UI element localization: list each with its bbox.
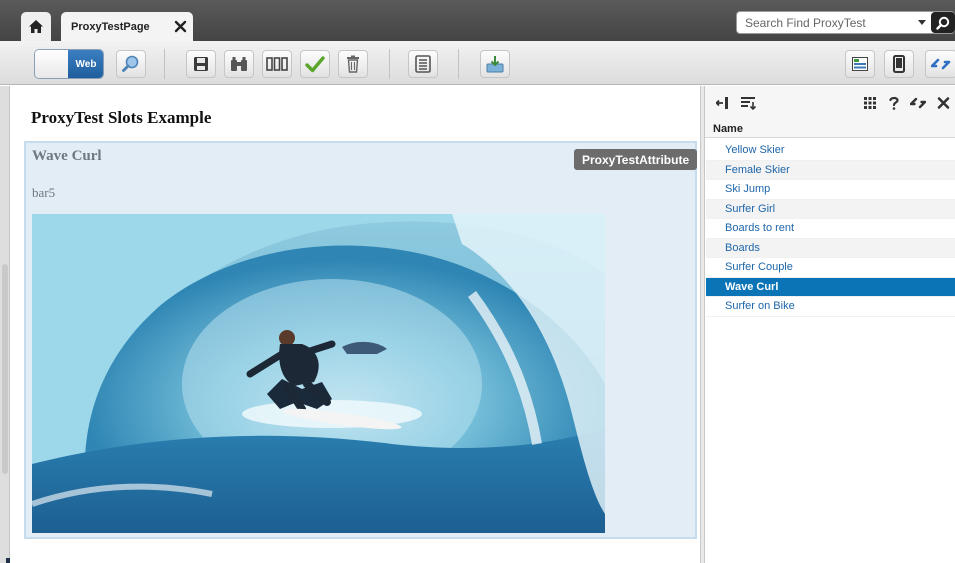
page-content: ProxyTest Slots Example Wave Curl ProxyT…	[11, 86, 700, 563]
mode-web-label[interactable]: Web	[68, 50, 103, 78]
slot-list: Yellow Skier Female Skier Ski Jump Surfe…	[706, 141, 955, 317]
mode-toggle-off[interactable]	[35, 50, 68, 78]
checkmark-icon	[305, 56, 325, 73]
delete-button[interactable]	[338, 50, 368, 78]
save-icon	[194, 57, 208, 71]
page-title: ProxyTest Slots Example	[31, 108, 212, 127]
panel-layout-icon	[852, 57, 868, 71]
list-item[interactable]: Surfer on Bike	[706, 297, 955, 317]
column-header-label: Name	[713, 123, 743, 135]
list-item[interactable]: Surfer Couple	[706, 258, 955, 278]
mobile-icon	[893, 55, 905, 73]
layout-icon	[266, 57, 288, 71]
search-button[interactable]	[931, 12, 955, 33]
mode-toggle[interactable]: Web	[34, 49, 104, 79]
close-icon[interactable]	[174, 20, 187, 33]
list-item[interactable]: Surfer Girl	[706, 199, 955, 219]
list-item[interactable]: Boards to rent	[706, 219, 955, 239]
splitter-handle[interactable]	[2, 264, 8, 474]
preview-button[interactable]	[116, 50, 146, 78]
collapse-icon[interactable]	[716, 96, 730, 110]
form-button[interactable]	[408, 50, 438, 78]
panel-toolbar	[705, 86, 955, 120]
preview-icon	[122, 55, 139, 72]
column-header[interactable]: Name	[705, 120, 955, 138]
content-slot[interactable]: Wave Curl ProxyTestAttribute bar5	[24, 141, 698, 539]
save-button[interactable]	[186, 50, 216, 78]
find-button[interactable]	[224, 50, 254, 78]
home-icon	[29, 20, 43, 33]
search-box	[736, 11, 955, 34]
attribute-badge[interactable]: ProxyTestAttribute	[574, 149, 698, 170]
home-tab[interactable]	[21, 12, 51, 41]
layout-button[interactable]	[262, 50, 292, 78]
help-icon[interactable]	[889, 96, 899, 110]
approve-button[interactable]	[300, 50, 330, 78]
close-icon[interactable]	[937, 96, 950, 110]
search-input[interactable]	[745, 14, 915, 31]
tab-proxytestpage[interactable]: ProxyTestPage	[61, 12, 193, 41]
edge-marker	[6, 558, 10, 563]
mobile-preview-button[interactable]	[884, 50, 914, 78]
search-icon	[936, 16, 950, 30]
grid-icon[interactable]	[863, 96, 877, 110]
toolbar-divider	[164, 49, 165, 79]
binoculars-icon	[231, 57, 247, 71]
wave-photo	[32, 214, 605, 533]
tab-label: ProxyTestPage	[71, 21, 150, 33]
toolbar-divider	[389, 49, 390, 79]
left-panel-edge	[0, 86, 10, 563]
list-item[interactable]: Boards	[706, 238, 955, 258]
sync-icon	[931, 58, 951, 70]
import-icon	[486, 56, 504, 73]
slots-panel: Name Yellow Skier Female Skier Ski Jump …	[705, 86, 955, 563]
app-window: ProxyTestPage Web	[0, 0, 955, 563]
surfer-image[interactable]	[32, 214, 605, 533]
slot-heading: Wave Curl	[32, 148, 102, 164]
list-item[interactable]: Yellow Skier	[706, 141, 955, 161]
import-button[interactable]	[480, 50, 510, 78]
title-bar: ProxyTestPage	[0, 0, 955, 41]
main-toolbar: Web	[0, 41, 955, 85]
chevron-down-icon[interactable]	[918, 20, 926, 25]
trash-icon	[347, 55, 359, 73]
list-item-selected[interactable]: Wave Curl	[706, 277, 955, 297]
sort-icon[interactable]	[740, 96, 756, 110]
toolbar-divider	[458, 49, 459, 79]
slot-text: bar5	[32, 185, 56, 200]
panel-layout-button[interactable]	[845, 50, 875, 78]
list-item[interactable]: Ski Jump	[706, 180, 955, 200]
form-icon	[415, 55, 431, 73]
sync-icon[interactable]	[910, 96, 926, 110]
list-item[interactable]: Female Skier	[706, 160, 955, 180]
sync-button[interactable]	[925, 50, 955, 78]
